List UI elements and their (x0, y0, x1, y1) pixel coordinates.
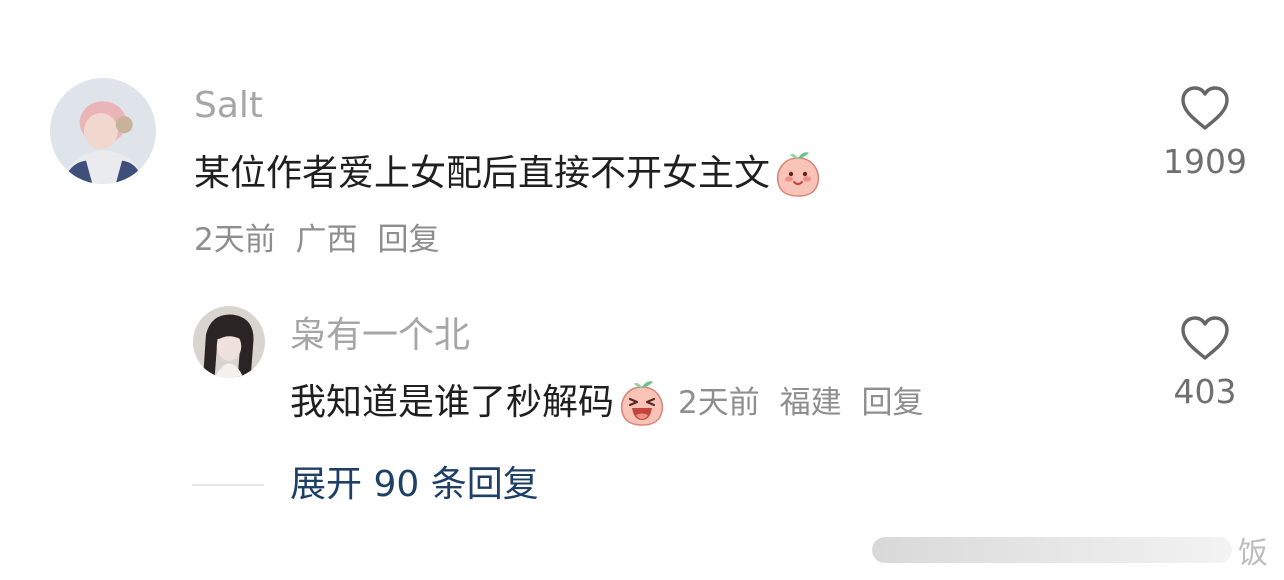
reply-like: 403 (1160, 314, 1250, 412)
reply-text-content: 我知道是谁了秒解码 (290, 382, 615, 423)
reply-avatar-image (193, 306, 265, 378)
heart-icon[interactable] (1179, 84, 1231, 132)
avatar[interactable] (50, 78, 156, 184)
comment-reply-button[interactable]: 回复 (377, 222, 439, 258)
comment-like-count: 1909 (1163, 142, 1247, 181)
divider (192, 484, 264, 486)
heart-icon[interactable] (1179, 314, 1231, 362)
reply-username[interactable]: 枭有一个北 (290, 314, 470, 358)
reply-meta: 2天前 福建 回复 (678, 379, 923, 427)
watermark-blur (872, 537, 1232, 563)
reply-time: 2天前 (678, 385, 760, 421)
comment-text-content: 某位作者爱上女配后直接不开女主文 (194, 153, 771, 194)
expand-replies-button[interactable]: 展开 90 条回复 (290, 462, 539, 508)
reply-avatar[interactable] (193, 306, 265, 378)
avatar-image (50, 78, 156, 184)
smiling-peach-emoji-icon (772, 148, 824, 200)
comment-meta: 2天前 广西 回复 (194, 220, 439, 260)
comment-thread: Salt 某位作者爱上女配后直接不开女主文 2天前 广西 回复 1909 枭有一… (0, 0, 1284, 580)
comment-text: 某位作者爱上女配后直接不开女主文 (194, 148, 824, 200)
reply-text: 我知道是谁了秒解码 2天前 福建 回复 (290, 377, 923, 429)
laughing-peach-emoji-icon (616, 377, 668, 429)
watermark: 饭 (872, 528, 1272, 572)
reply-like-count: 403 (1173, 372, 1237, 411)
comment-like: 1909 (1160, 84, 1250, 182)
comment-location: 广西 (295, 222, 358, 258)
comment-username[interactable]: Salt (194, 84, 263, 128)
reply-reply-button[interactable]: 回复 (861, 385, 923, 421)
comment-time: 2天前 (194, 222, 276, 258)
reply-location: 福建 (779, 385, 842, 421)
watermark-text: 饭 (1238, 536, 1268, 571)
